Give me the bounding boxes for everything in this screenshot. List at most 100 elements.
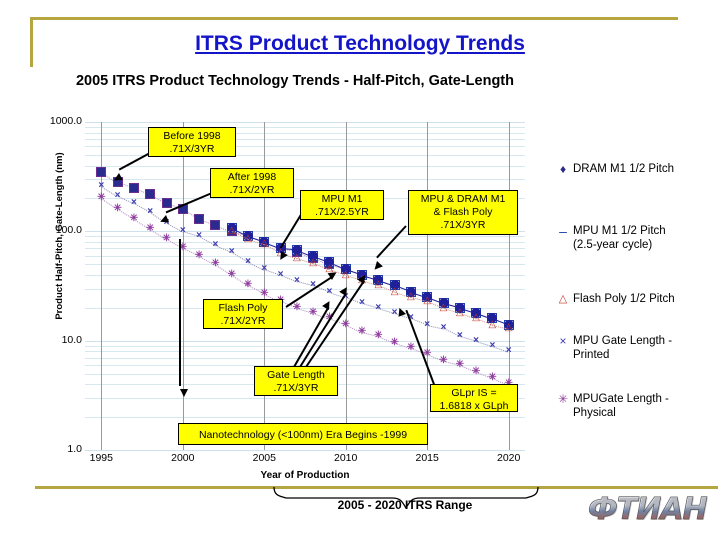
data-point: ✳ [472,366,480,376]
marker-icon: × [98,180,105,191]
marker-icon: △ [472,312,480,324]
marker-icon: △ [341,268,350,280]
marker-icon: × [114,190,121,202]
annotation-arrow [179,239,181,386]
data-point: ✳ [195,250,203,260]
data-point: ✳ [244,280,252,290]
annotation-callout-flash-poly: Flash Poly .71X/2YR [203,299,283,329]
legend-label: Flash Poly 1/2 Pitch [573,293,675,305]
gridline-horizontal [85,248,525,250]
itrs-range-label: 2005 - 2020 ITRS Range [337,498,473,512]
data-point: △ [374,280,382,290]
x-axis-tick: 2010 [334,452,358,464]
data-point: ✳ [179,243,187,253]
legend-label: MPU M1 1/2 Pitch (2.5-year cycle) [573,225,666,251]
marker-icon: ✳ [97,192,106,204]
legend-item[interactable]: × MPU Gate Length - Printed [553,334,718,362]
marker-icon: △ [439,301,448,313]
data-point: ✳ [162,234,170,244]
legend-marker-icon: – [559,223,567,239]
data-point: △ [489,319,497,329]
data-point: × [278,269,284,279]
data-point: × [196,231,202,241]
data-point: × [392,307,398,317]
marker-icon: ✳ [455,358,464,370]
marker-icon: ✳ [406,342,416,354]
gridline-horizontal [85,264,525,266]
marker-icon: × [505,345,512,357]
marker-icon: ✳ [488,371,497,383]
annotation-callout-gate-length: Gate Length .71X/3YR [254,366,338,396]
marker-icon: × [228,245,235,257]
gridline-horizontal [85,450,525,451]
annotation-arrowhead-icon [180,389,188,397]
data-point: △ [407,292,415,302]
gridline-horizontal [85,288,525,290]
data-point [194,213,205,224]
marker-icon [145,188,156,199]
data-point: ✳ [341,319,349,329]
data-point: × [115,191,121,201]
data-point: ✳ [488,372,496,382]
y-axis-tick: 1000.0 [49,115,82,127]
marker-icon: ✳ [227,268,236,280]
marker-icon: × [440,322,447,334]
marker-icon: ✳ [113,203,122,214]
legend-label: MPUGate Length - Physical [573,393,669,419]
legend-item[interactable]: ♦ DRAM M1 1/2 Pitch [553,162,718,176]
data-point: × [131,198,137,208]
legend-marker-icon: △ [558,293,568,305]
legend-item[interactable]: ✳ MPUGate Length - Physical [553,392,718,420]
marker-icon: × [179,225,186,237]
marker-icon: ✳ [390,337,399,349]
data-point: ✳ [146,224,154,234]
data-point: △ [456,307,464,317]
gridline-horizontal [85,122,525,123]
x-axis-tick-labels: 1995 2000 2005 2010 2015 2020 [85,452,525,468]
marker-icon: ✳ [260,287,269,299]
data-point: × [180,226,186,236]
header-accent-rule [30,17,678,20]
marker-icon: × [147,206,154,218]
marker-icon: ✳ [471,365,481,377]
marker-icon: × [456,330,463,342]
marker-icon: × [277,268,284,280]
marker-icon: △ [244,233,252,245]
data-point: △ [505,323,513,333]
data-point: △ [260,239,268,249]
marker-icon: ✳ [357,326,367,337]
data-point [145,188,156,199]
marker-icon [194,213,205,224]
legend-item[interactable]: – MPU M1 1/2 Pitch (2.5-year cycle) [553,224,718,252]
data-point: × [229,246,235,256]
y-axis-tick-labels: 1000.0 100.0 10.0 1.0 [20,115,82,455]
marker-icon: ✳ [145,223,155,234]
legend-label: DRAM M1 1/2 Pitch [573,163,674,175]
data-point: △ [244,234,252,244]
data-point [128,182,139,193]
data-point: × [457,331,463,341]
marker-icon: × [424,318,431,330]
data-point: × [359,298,365,308]
marker-icon [96,166,107,177]
legend-item[interactable]: △ Flash Poly 1/2 Pitch [553,292,718,306]
legend-label: MPU Gate Length - Printed [573,335,673,361]
gridline-horizontal [85,236,525,238]
chart-title: 2005 ITRS Product Technology Trends - Ha… [75,73,514,89]
x-axis-tick: 2005 [252,452,276,464]
data-point: △ [391,286,399,296]
marker-icon: △ [309,257,317,269]
data-point: ✳ [358,327,366,337]
ftian-logo: ФТИАН [588,492,708,528]
data-point: ✳ [407,343,415,353]
marker-icon: △ [504,322,513,334]
marker-icon: ✳ [194,249,204,261]
data-point: ✳ [211,259,219,269]
data-point: × [212,240,218,250]
data-point: × [147,207,153,217]
marker-icon: ✳ [292,301,302,313]
data-point: × [441,323,447,333]
marker-icon: × [359,297,365,309]
marker-icon: △ [455,306,464,318]
marker-icon: × [489,339,496,351]
